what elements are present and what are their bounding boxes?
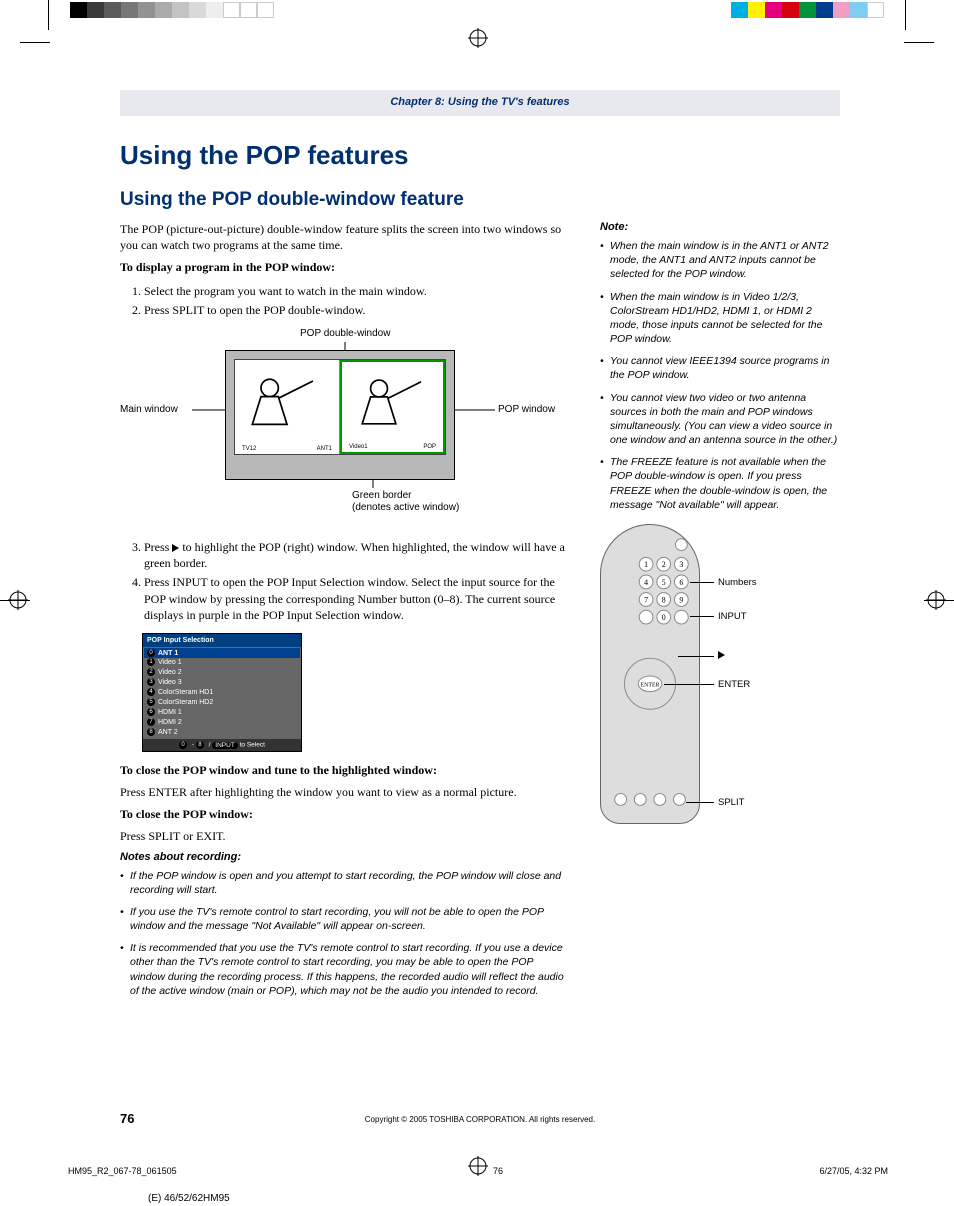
pop-input-menu: POP Input Selection 0ANT 1 1Video 1 2Vid… bbox=[142, 633, 302, 752]
remote-label-input: INPUT bbox=[718, 611, 747, 622]
svg-text:0: 0 bbox=[662, 613, 666, 622]
fig-label-green1: Green border bbox=[352, 490, 411, 501]
grayscale-bar bbox=[70, 2, 274, 18]
play-right-icon bbox=[718, 651, 725, 659]
svg-text:3: 3 bbox=[679, 560, 683, 569]
page-title: Using the POP features bbox=[120, 140, 840, 171]
chapter-header: Chapter 8: Using the TV's features bbox=[120, 90, 840, 116]
step-1: Select the program you want to watch in … bbox=[144, 282, 570, 301]
fig-label-green2: (denotes active window) bbox=[352, 502, 459, 513]
remote-label-enter: ENTER bbox=[718, 679, 750, 690]
fig-label-main: Main window bbox=[120, 404, 178, 415]
page-content: Chapter 8: Using the TV's features Using… bbox=[120, 90, 840, 1006]
left-column: The POP (picture-out-picture) double-win… bbox=[120, 221, 570, 1006]
svg-text:5: 5 bbox=[662, 578, 666, 587]
pop-figure: POP double-window Main window POP window… bbox=[120, 328, 570, 528]
footer-model: (E) 46/52/62HM95 bbox=[148, 1193, 230, 1204]
close-text: Press SPLIT or EXIT. bbox=[120, 828, 570, 844]
rec-note-3: It is recommended that you use the TV's … bbox=[120, 941, 570, 998]
note-heading: Note: bbox=[600, 221, 840, 233]
svg-text:6: 6 bbox=[679, 578, 683, 587]
svg-text:2: 2 bbox=[662, 560, 666, 569]
footer-date: 6/27/05, 4:32 PM bbox=[819, 1166, 888, 1176]
note-3: You cannot view IEEE1394 source programs… bbox=[600, 354, 840, 382]
close-hl-text: Press ENTER after highlighting the windo… bbox=[120, 784, 570, 800]
rec-note-1: If the POP window is open and you attemp… bbox=[120, 869, 570, 897]
svg-text:9: 9 bbox=[679, 595, 683, 604]
footer-file: HM95_R2_067-78_061505 bbox=[68, 1166, 177, 1176]
remote-label-numbers: Numbers bbox=[718, 577, 757, 588]
intro-text: The POP (picture-out-picture) double-win… bbox=[120, 221, 570, 253]
close-heading: To close the POP window: bbox=[120, 806, 570, 822]
footer-page: 76 bbox=[493, 1166, 503, 1176]
fig-label-pop: POP window bbox=[498, 404, 555, 415]
close-hl-heading: To close the POP window and tune to the … bbox=[120, 762, 570, 778]
pop-menu-title: POP Input Selection bbox=[143, 634, 301, 647]
note-1: When the main window is in the ANT1 or A… bbox=[600, 239, 840, 282]
tv-graphic: TV12 ANT1 Video1 POP bbox=[225, 350, 455, 480]
remote-graphic: 1 2 3 4 5 6 7 8 9 0 ENTER bbox=[600, 524, 700, 824]
note-5: The FREEZE feature is not available when… bbox=[600, 455, 840, 512]
registration-mark-icon bbox=[468, 1156, 488, 1176]
note-4: You cannot view two video or two antenna… bbox=[600, 391, 840, 448]
step-3: Press to highlight the POP (right) windo… bbox=[144, 538, 570, 573]
remote-label-play bbox=[718, 650, 725, 661]
rec-note-2: If you use the TV's remote control to st… bbox=[120, 905, 570, 933]
svg-text:7: 7 bbox=[644, 595, 648, 604]
step-2: Press SPLIT to open the POP double-windo… bbox=[144, 301, 570, 320]
copyright: Copyright © 2005 TOSHIBA CORPORATION. Al… bbox=[120, 1115, 840, 1124]
note-2: When the main window is in Video 1/2/3, … bbox=[600, 290, 840, 347]
notes-rec-heading: Notes about recording: bbox=[120, 851, 570, 863]
registration-mark-icon bbox=[468, 28, 488, 48]
svg-text:1: 1 bbox=[644, 560, 648, 569]
svg-text:ENTER: ENTER bbox=[641, 683, 660, 689]
color-bar bbox=[731, 2, 884, 18]
right-column: Note: When the main window is in the ANT… bbox=[600, 221, 840, 1006]
svg-text:4: 4 bbox=[644, 578, 648, 587]
display-heading: To display a program in the POP window: bbox=[120, 259, 570, 275]
section-title: Using the POP double-window feature bbox=[120, 189, 840, 211]
step-4: Press INPUT to open the POP Input Select… bbox=[144, 573, 570, 625]
crop-marks bbox=[0, 0, 954, 80]
remote-label-split: SPLIT bbox=[718, 797, 744, 808]
svg-text:8: 8 bbox=[662, 595, 666, 604]
remote-figure: 123 456 789 0 ENTER Numbers INP bbox=[600, 524, 840, 834]
pop-menu-footer: 0 - 8 / INPUT to Select bbox=[143, 739, 301, 751]
